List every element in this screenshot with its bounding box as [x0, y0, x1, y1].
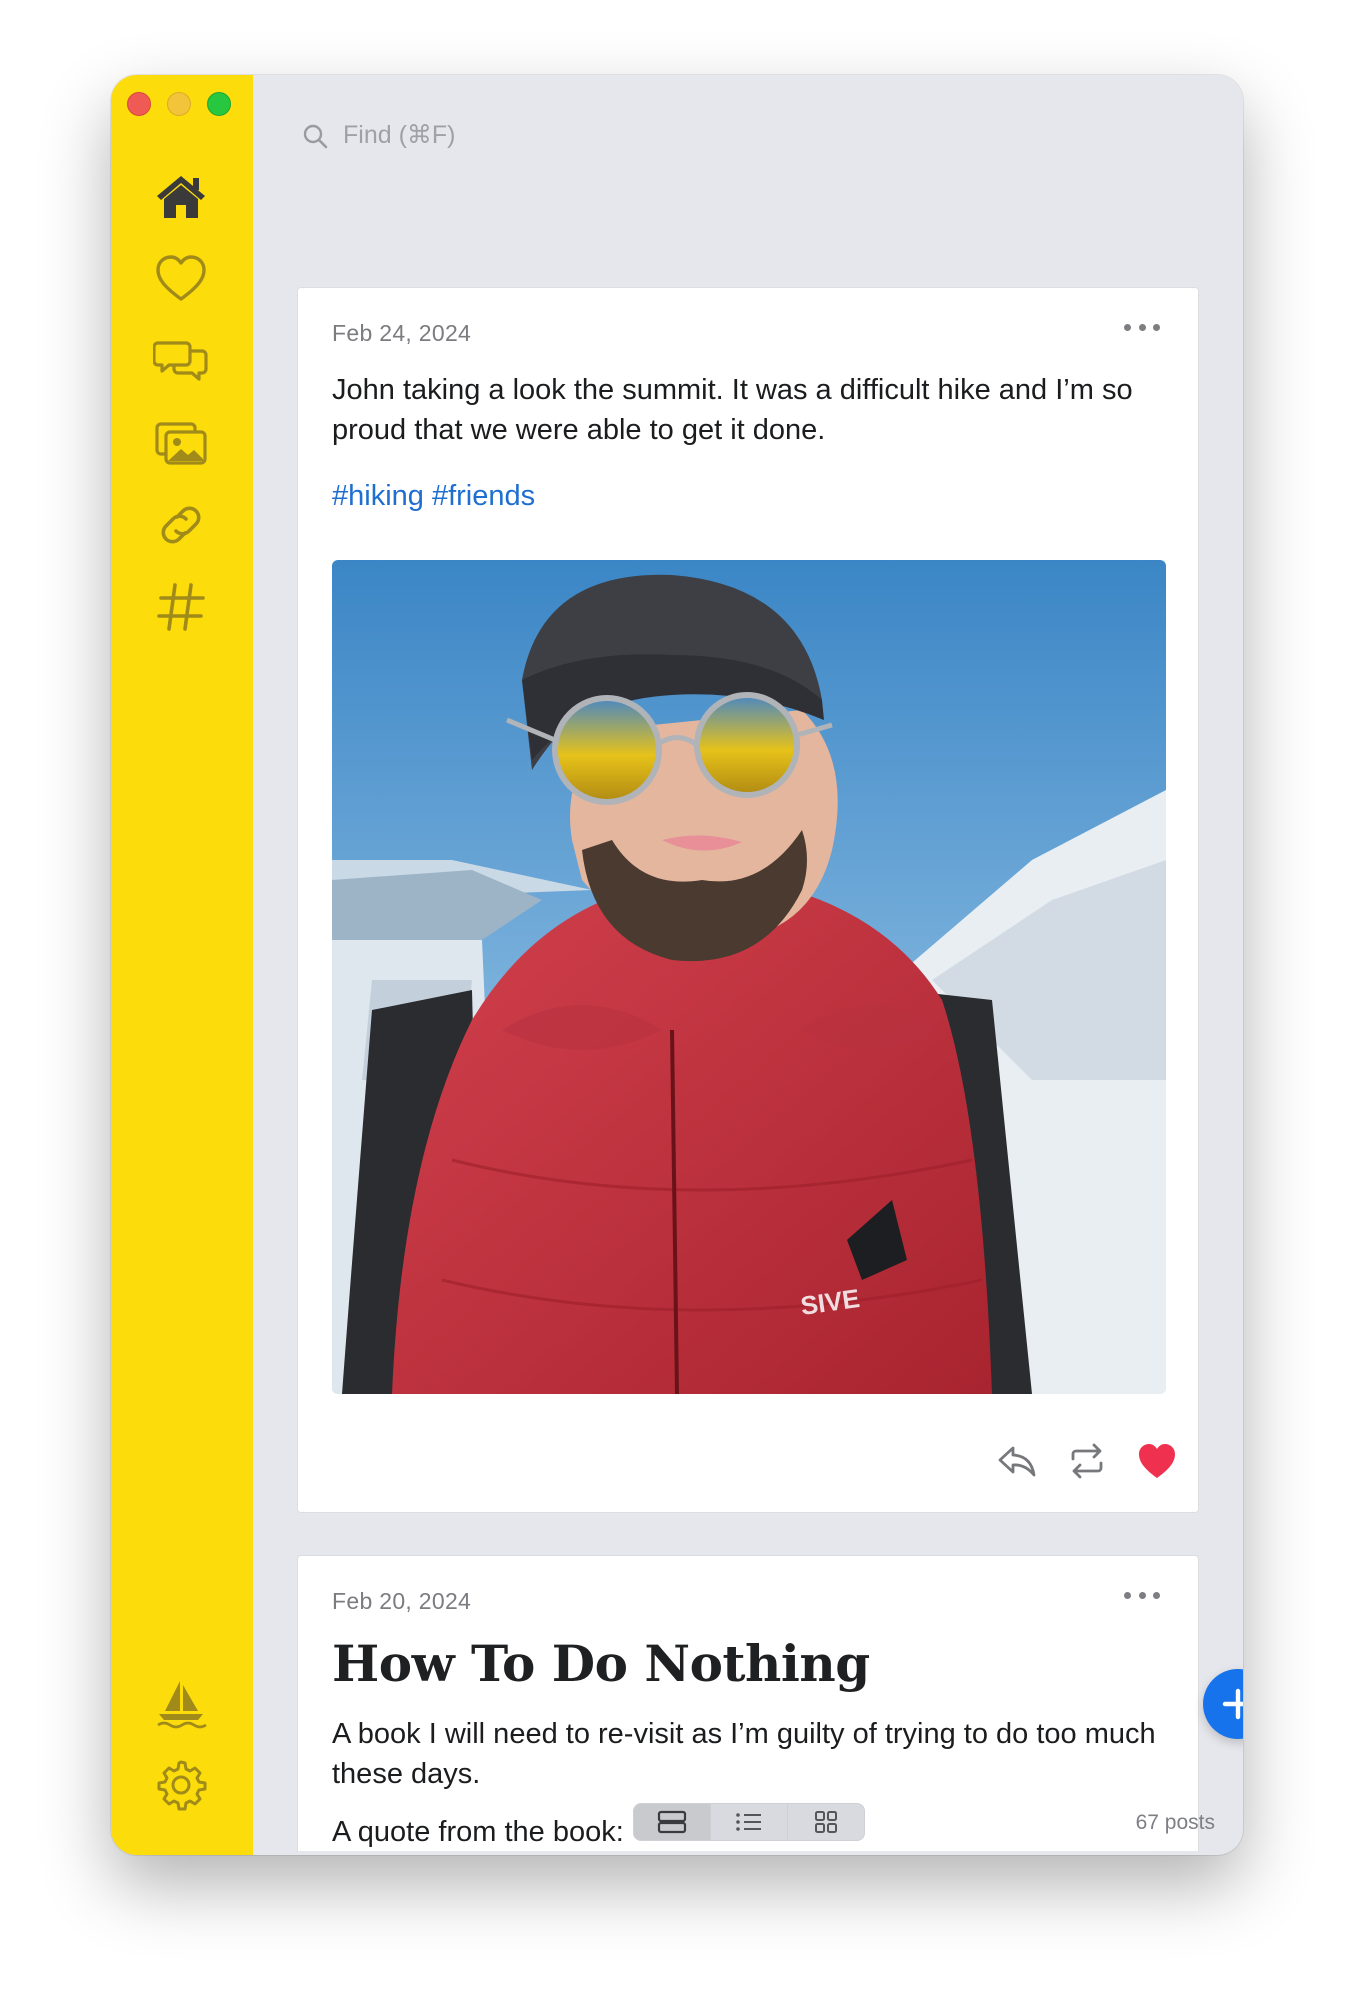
- plus-icon: [1222, 1688, 1243, 1720]
- search-bar[interactable]: [301, 121, 683, 150]
- posts-feed[interactable]: Feb 24, 2024 John taking a look the summ…: [297, 211, 1199, 1851]
- post-text: A book I will need to re-visit as I’m gu…: [332, 1718, 1156, 1790]
- gear-icon: [157, 1760, 207, 1811]
- list-view-icon: [736, 1813, 761, 1831]
- maximize-window-button[interactable]: [207, 92, 231, 116]
- reply-icon: [998, 1446, 1036, 1477]
- view-mode-list[interactable]: [711, 1804, 788, 1840]
- main-area: Feb 24, 2024 John taking a look the summ…: [253, 75, 1243, 1855]
- repost-icon: [1071, 1443, 1103, 1479]
- close-window-button[interactable]: [127, 92, 151, 116]
- post-photo[interactable]: SIVE: [332, 560, 1166, 1394]
- heart-icon: [156, 255, 206, 301]
- bottom-bar: 67 posts: [253, 1783, 1243, 1855]
- link-icon: [161, 506, 201, 544]
- view-mode-grid[interactable]: [788, 1804, 864, 1840]
- sidebar-item-links[interactable]: [149, 493, 213, 557]
- like-button[interactable]: [1132, 1436, 1182, 1486]
- sidebar-item-conversations[interactable]: [149, 329, 213, 393]
- post-count: 67 posts: [1135, 1811, 1215, 1834]
- photos-icon: [155, 422, 207, 465]
- sailboat-icon: [157, 1681, 207, 1729]
- reply-button[interactable]: [992, 1436, 1042, 1486]
- sidebar-item-photos[interactable]: [149, 411, 213, 475]
- more-options-button[interactable]: [1124, 1592, 1160, 1604]
- tag-link[interactable]: #hiking: [332, 480, 424, 512]
- hashtag-icon: [157, 583, 205, 631]
- post-title: How To Do Nothing: [332, 1634, 870, 1693]
- chat-bubbles-icon: [153, 341, 208, 381]
- more-options-button[interactable]: [1124, 324, 1160, 336]
- post-date: Feb 20, 2024: [332, 1588, 472, 1614]
- app-window: Feb 24, 2024 John taking a look the summ…: [111, 75, 1243, 1855]
- grid-view-icon: [815, 1811, 837, 1833]
- heart-filled-icon: [1139, 1444, 1175, 1478]
- sidebar-item-settings[interactable]: [149, 1753, 213, 1817]
- view-mode-segmented-control: [633, 1803, 865, 1841]
- sidebar-item-home[interactable]: [149, 165, 213, 229]
- home-icon: [157, 176, 205, 218]
- post-card: Feb 24, 2024 John taking a look the summ…: [297, 287, 1199, 1513]
- new-post-button[interactable]: [1203, 1669, 1243, 1739]
- sidebar: [111, 75, 253, 1855]
- sidebar-item-favorites[interactable]: [149, 247, 213, 311]
- tag-link[interactable]: #friends: [432, 480, 535, 512]
- search-icon: [303, 124, 328, 148]
- post-tags: #hiking #friends: [332, 480, 535, 513]
- sidebar-item-publish[interactable]: [149, 1671, 213, 1735]
- minimize-window-button[interactable]: [167, 92, 191, 116]
- sidebar-item-tags[interactable]: [149, 575, 213, 639]
- repost-button[interactable]: [1062, 1436, 1112, 1486]
- hiker-portrait-image: SIVE: [332, 560, 1166, 1394]
- view-mode-cards[interactable]: [634, 1804, 711, 1840]
- cards-view-icon: [657, 1810, 687, 1834]
- post-date: Feb 24, 2024: [332, 320, 472, 346]
- post-text: John taking a look the summit. It was a …: [332, 374, 1133, 446]
- search-input[interactable]: [343, 121, 683, 150]
